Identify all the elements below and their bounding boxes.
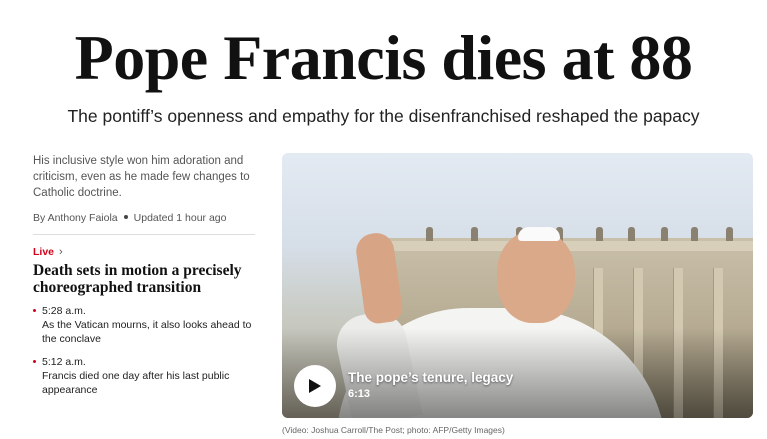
divider [33, 234, 255, 235]
story-column: His inclusive style won him adoration an… [33, 153, 261, 407]
author-link[interactable]: By Anthony Faiola [33, 212, 118, 224]
zucchetto [518, 227, 560, 241]
byline-separator [123, 215, 128, 220]
bullet-icon [33, 309, 36, 312]
story-summary[interactable]: His inclusive style won him adoration an… [33, 153, 261, 201]
updated-timestamp: Updated 1 hour ago [133, 212, 227, 224]
live-headline[interactable]: Death sets in motion a precisely choreog… [33, 262, 261, 296]
chevron-right-icon: › [59, 246, 63, 258]
live-text: Live [33, 246, 55, 258]
video-player[interactable]: The pope’s tenure, legacy 6:13 [282, 153, 753, 418]
play-icon [309, 379, 321, 393]
live-update-item[interactable]: 5:12 a.m. Francis died one day after his… [33, 356, 261, 397]
live-updates-list: 5:28 a.m. As the Vatican mourns, it also… [33, 305, 261, 397]
video-label[interactable]: The pope’s tenure, legacy 6:13 [348, 370, 513, 400]
subheadline: The pontiff’s openness and empathy for t… [67, 106, 700, 126]
pope-head [497, 231, 575, 323]
live-update-item[interactable]: 5:28 a.m. As the Vatican mourns, it also… [33, 305, 261, 346]
update-time: 5:28 a.m. [42, 305, 86, 317]
byline: By Anthony Faiola Updated 1 hour ago [33, 212, 261, 224]
photo-credit: (Video: Joshua Carroll/The Post; photo: … [282, 425, 505, 435]
headline[interactable]: Pope Francis dies at 88 [0, 22, 767, 94]
update-text: As the Vatican mourns, it also looks ahe… [42, 319, 252, 345]
video-duration: 6:13 [348, 388, 371, 400]
video-title: The pope’s tenure, legacy [348, 370, 514, 385]
update-text: Francis died one day after his last publ… [42, 370, 230, 396]
bullet-icon [33, 360, 36, 363]
update-time: 5:12 a.m. [42, 356, 86, 368]
live-label[interactable]: Live › [33, 246, 261, 258]
play-button[interactable] [294, 365, 336, 407]
